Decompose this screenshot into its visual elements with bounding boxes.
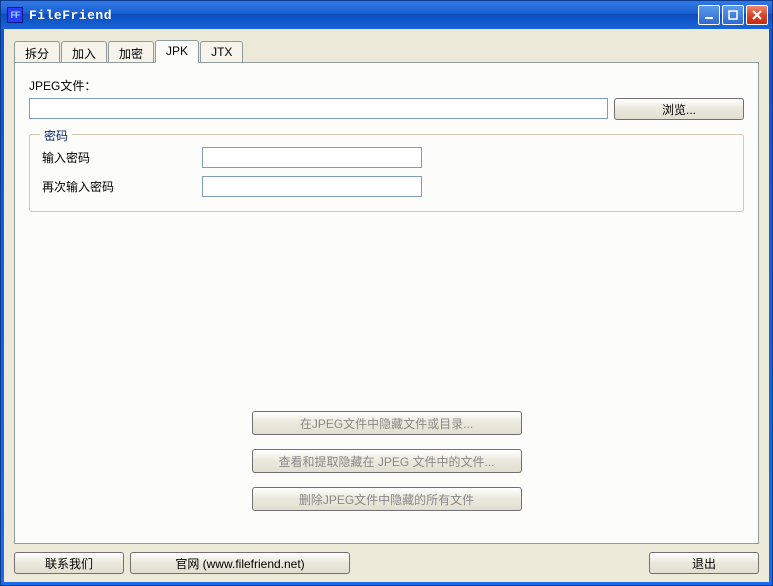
password-group: 密码 输入密码 再次输入密码 xyxy=(29,134,744,212)
password-group-legend: 密码 xyxy=(40,127,72,144)
contact-button[interactable]: 联系我们 xyxy=(14,552,124,574)
password-row-1: 输入密码 xyxy=(42,147,731,168)
tab-jpk[interactable]: JPK xyxy=(155,40,199,63)
jpeg-file-label: JPEG文件： xyxy=(29,77,744,94)
tab-join[interactable]: 加入 xyxy=(61,41,107,62)
app-window: FF FileFriend 拆分 加入 加密 JPK JTX JPEG文件： 浏… xyxy=(0,0,773,586)
minimize-button[interactable] xyxy=(698,5,720,25)
tab-pane-jpk: JPEG文件： 浏览... 密码 输入密码 再次输入密码 在JPEG文件中隐藏文… xyxy=(14,62,759,544)
jpeg-file-input[interactable] xyxy=(29,98,608,119)
title-bar: FF FileFriend xyxy=(1,1,772,29)
website-button[interactable]: 官网 (www.filefriend.net) xyxy=(130,552,350,574)
password-row-2: 再次输入密码 xyxy=(42,176,731,197)
password-input-1[interactable] xyxy=(202,147,422,168)
password-label-1: 输入密码 xyxy=(42,149,202,166)
minimize-icon xyxy=(704,10,714,20)
tab-split[interactable]: 拆分 xyxy=(14,41,60,62)
window-title: FileFriend xyxy=(29,8,112,23)
file-row: 浏览... xyxy=(29,98,744,120)
exit-button[interactable]: 退出 xyxy=(649,552,759,574)
close-icon xyxy=(752,10,762,20)
app-icon: FF xyxy=(7,7,23,23)
bottom-bar: 联系我们 官网 (www.filefriend.net) 退出 xyxy=(14,544,759,574)
client-area: 拆分 加入 加密 JPK JTX JPEG文件： 浏览... 密码 输入密码 再… xyxy=(4,29,769,582)
tab-strip: 拆分 加入 加密 JPK JTX xyxy=(14,39,759,62)
hide-in-jpeg-button[interactable]: 在JPEG文件中隐藏文件或目录... xyxy=(252,411,522,435)
maximize-button[interactable] xyxy=(722,5,744,25)
tab-encrypt[interactable]: 加密 xyxy=(108,41,154,62)
close-button[interactable] xyxy=(746,5,768,25)
extract-from-jpeg-button[interactable]: 查看和提取隐藏在 JPEG 文件中的文件... xyxy=(252,449,522,473)
actions-area: 在JPEG文件中隐藏文件或目录... 查看和提取隐藏在 JPEG 文件中的文件.… xyxy=(29,220,744,531)
maximize-icon xyxy=(728,10,738,20)
delete-hidden-button[interactable]: 删除JPEG文件中隐藏的所有文件 xyxy=(252,487,522,511)
password-input-2[interactable] xyxy=(202,176,422,197)
tab-jtx[interactable]: JTX xyxy=(200,41,243,62)
browse-button[interactable]: 浏览... xyxy=(614,98,744,120)
password-label-2: 再次输入密码 xyxy=(42,178,202,195)
